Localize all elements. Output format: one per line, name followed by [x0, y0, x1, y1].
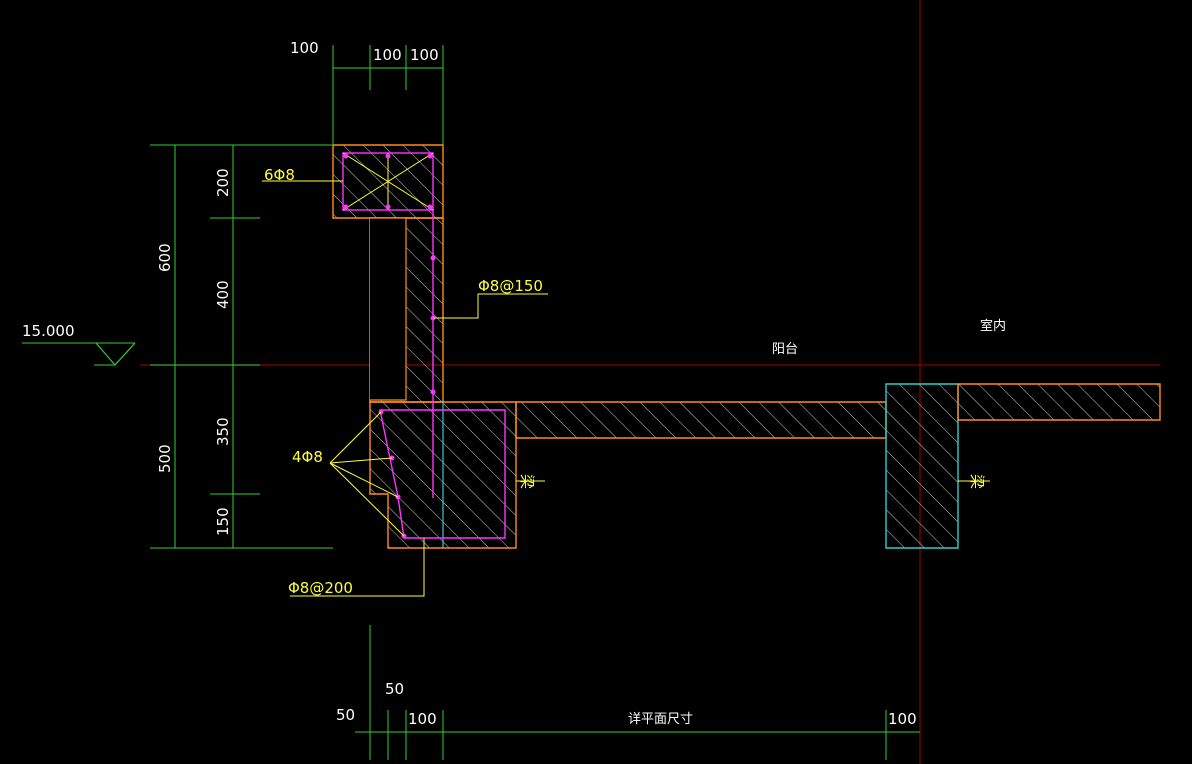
beam-mark-left: 梁	[518, 474, 536, 489]
top-dim-1: 100	[290, 39, 319, 57]
left-dim-350: 350	[214, 417, 232, 446]
top-dim-3: 100	[410, 46, 439, 64]
left-dim-150: 150	[214, 507, 232, 536]
rebar-label-top: 6Φ8	[264, 166, 295, 184]
left-dimension	[150, 144, 333, 549]
bottom-dim-100b: 100	[888, 710, 917, 728]
left-dim-500: 500	[156, 444, 174, 473]
left-dim-200: 200	[214, 168, 232, 197]
room-label-balcony: 阳台	[772, 342, 798, 357]
edge-beam	[369, 401, 517, 549]
left-dim-600: 600	[156, 243, 174, 272]
rebar-label-beam: 4Φ8	[292, 448, 323, 466]
bottom-dim-50a: 50	[336, 706, 355, 724]
room-label-indoor: 室内	[980, 318, 1006, 334]
bottom-dim-span: 详平面尺寸	[628, 712, 693, 727]
elevation-value: 15.000	[22, 322, 75, 340]
balcony-slab	[515, 401, 887, 439]
drawing-canvas: 100 100 100 600 500 200 400 350 150 15.0…	[22, 0, 1161, 764]
left-dim-400: 400	[214, 280, 232, 309]
bottom-dim-50b: 50	[385, 680, 404, 698]
beam-mark-right: 梁	[968, 474, 986, 489]
rebar-label-wall: Φ8@150	[478, 277, 543, 295]
top-dim-2: 100	[373, 46, 402, 64]
indoor-slab	[957, 383, 1161, 421]
right-beam	[885, 383, 959, 549]
rebar-label-beam-stirrup: Φ8@200	[288, 579, 353, 597]
bottom-dimension	[355, 625, 920, 760]
elevation-symbol	[22, 342, 136, 366]
bottom-dim-100a: 100	[408, 710, 437, 728]
